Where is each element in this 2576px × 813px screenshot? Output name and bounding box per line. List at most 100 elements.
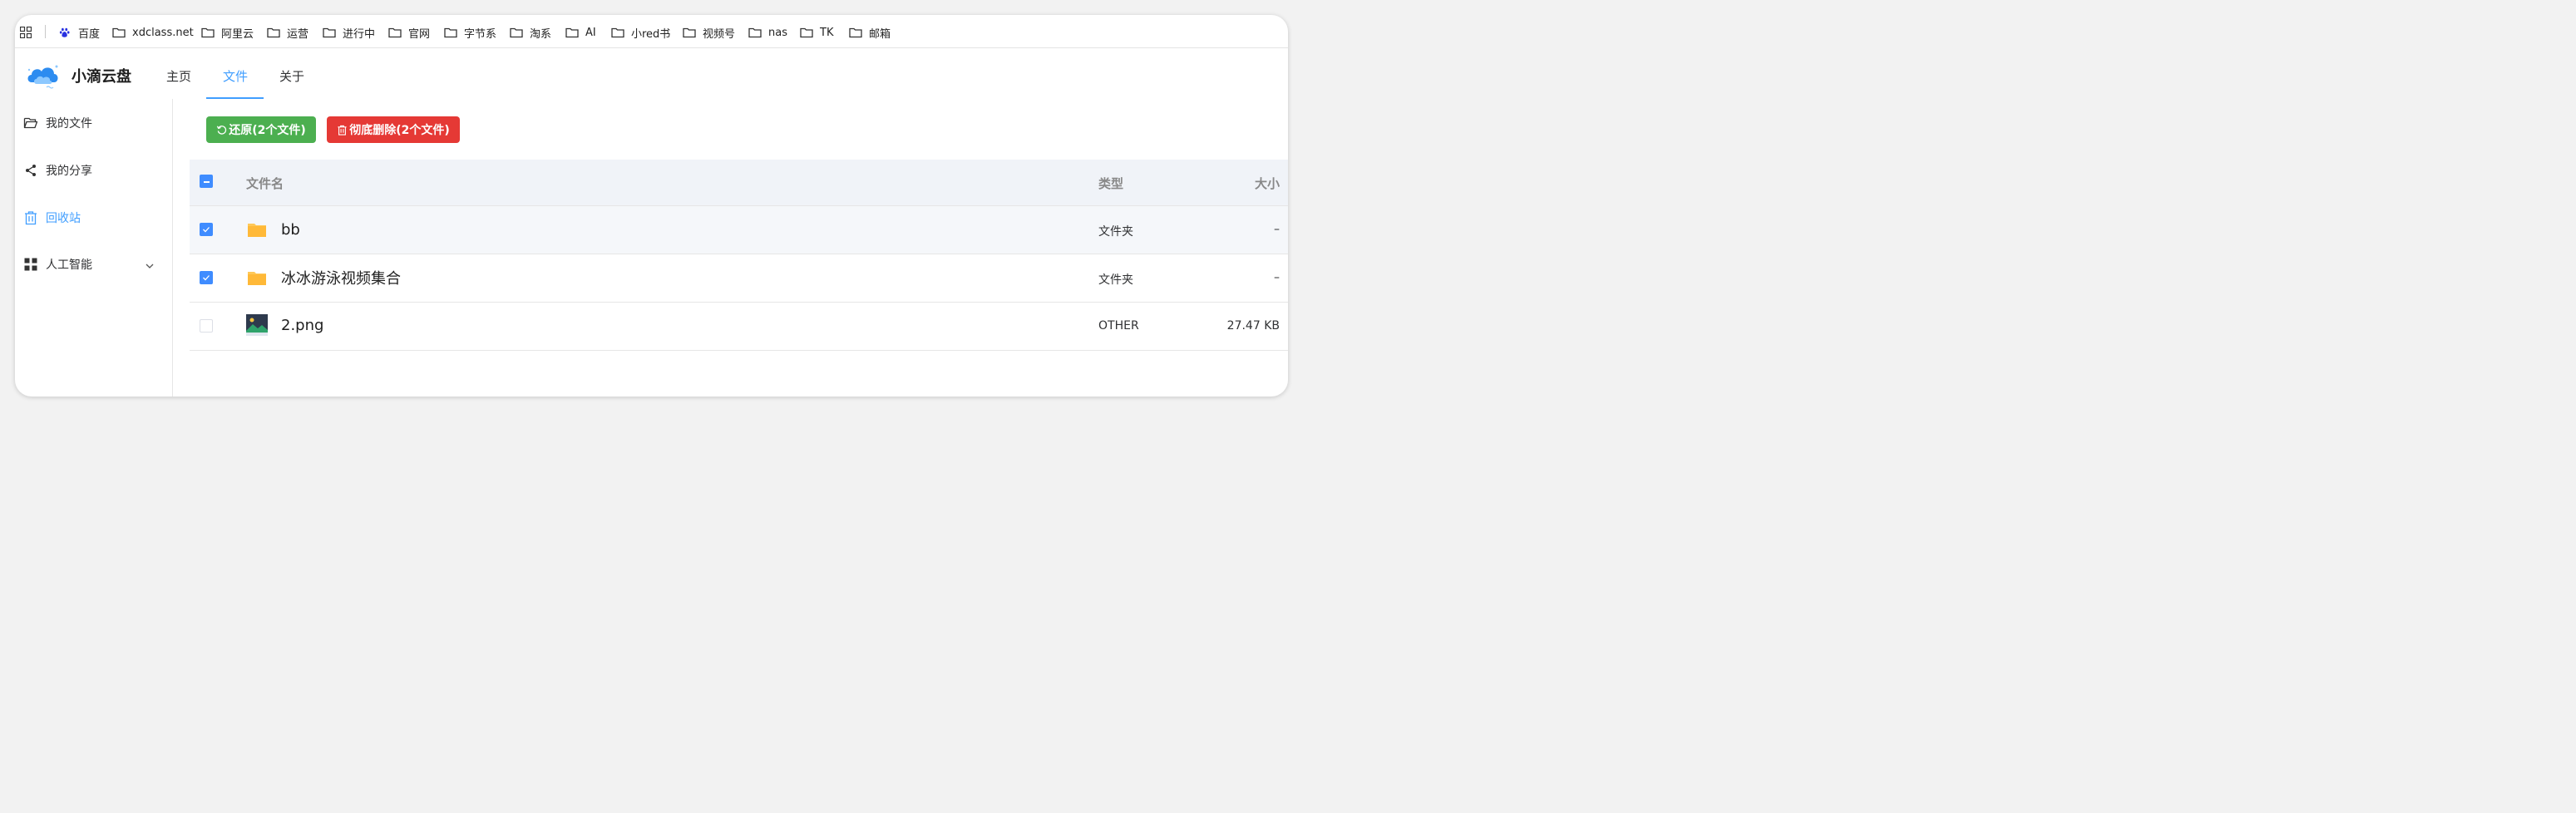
row-checkbox[interactable] xyxy=(200,319,213,333)
trash-icon xyxy=(338,125,347,136)
file-name-cell[interactable]: bb xyxy=(246,219,300,240)
bookmark-label: 视频号 xyxy=(703,27,736,41)
baidu-paw-icon xyxy=(59,27,70,37)
bookmark-label: 官网 xyxy=(408,27,431,41)
bookmark-label: 字节系 xyxy=(464,27,497,41)
folder-icon xyxy=(510,27,523,38)
bookmark-folder[interactable]: 官网 xyxy=(388,25,431,41)
file-type: OTHER xyxy=(1098,319,1139,333)
file-name-cell[interactable]: 2.png xyxy=(246,314,323,336)
file-name: bb xyxy=(281,220,300,239)
column-header-type[interactable]: 类型 xyxy=(1098,175,1123,192)
bookmark-folder[interactable]: xdclass.net xyxy=(112,25,194,40)
file-size: – xyxy=(1274,223,1280,236)
restore-button-label: 还原(2个文件) xyxy=(229,124,306,137)
share-icon xyxy=(26,165,36,176)
sidebar-item-my-shares[interactable]: 我的分享 xyxy=(23,161,92,180)
folder-icon xyxy=(565,27,579,38)
sidebar-item-my-files[interactable]: 我的文件 xyxy=(23,114,92,132)
app-title: 小滴云盘 xyxy=(72,68,131,86)
folder-icon xyxy=(248,272,266,285)
bookmark-label: 淘系 xyxy=(530,27,552,41)
apps-grid-icon[interactable] xyxy=(20,27,32,38)
bookmark-label: xdclass.net xyxy=(132,26,194,39)
bookmark-folder[interactable]: nas xyxy=(748,25,787,40)
nav-home[interactable]: 主页 xyxy=(166,67,191,85)
folder-icon xyxy=(683,27,696,38)
sidebar-item-label: 我的分享 xyxy=(46,165,92,178)
sidebar-item-label: 回收站 xyxy=(46,212,81,225)
bookmark-label: TK xyxy=(820,26,834,39)
select-all-checkbox[interactable] xyxy=(200,175,213,188)
bookmark-label: 百度 xyxy=(78,27,101,41)
table-row[interactable]: bb 文件夹 – xyxy=(190,206,1288,254)
file-type: 文件夹 xyxy=(1098,225,1133,239)
sidebar-item-recycle-bin[interactable]: 回收站 xyxy=(23,209,81,227)
folder-icon xyxy=(267,27,280,38)
file-type: 文件夹 xyxy=(1098,273,1133,287)
table-row[interactable]: 2.png OTHER 27.47 KB xyxy=(190,303,1288,351)
row-checkbox[interactable] xyxy=(200,223,213,236)
nav-about[interactable]: 关于 xyxy=(279,67,304,85)
folder-icon xyxy=(201,27,215,38)
indeterminate-mark xyxy=(204,181,210,183)
file-name: 冰冰游泳视频集合 xyxy=(281,270,401,288)
bookmark-label: 进行中 xyxy=(343,27,376,41)
folder-icon xyxy=(800,27,813,38)
bookmark-folder[interactable]: 淘系 xyxy=(510,25,552,41)
trash-icon xyxy=(25,211,37,225)
bookmark-folder[interactable]: 阿里云 xyxy=(201,25,254,41)
file-size: 27.47 KB xyxy=(1226,319,1280,333)
cloud-logo-icon xyxy=(27,65,58,89)
bookmark-folder[interactable]: 邮箱 xyxy=(849,25,891,41)
bookmark-label: 阿里云 xyxy=(221,27,254,41)
sidebar-item-ai[interactable]: 人工智能 xyxy=(23,255,92,273)
check-icon xyxy=(203,275,210,281)
permanent-delete-button[interactable]: 彻底删除(2个文件) xyxy=(327,116,460,143)
check-icon xyxy=(203,227,210,233)
image-file-icon xyxy=(246,314,268,336)
chevron-down-icon[interactable] xyxy=(144,260,155,272)
folder-icon xyxy=(388,27,402,38)
bookmarks-divider xyxy=(45,25,46,38)
bookmark-folder[interactable]: AI xyxy=(565,25,596,40)
folder-icon xyxy=(112,27,126,38)
app-header: 小滴云盘 主页 文件 关于 xyxy=(15,49,1288,99)
sidebar-item-label: 人工智能 xyxy=(46,259,92,272)
bookmark-label: 运营 xyxy=(287,27,309,41)
sidebar-item-label: 我的文件 xyxy=(46,117,92,131)
column-header-size[interactable]: 大小 xyxy=(1255,175,1280,192)
bookmark-folder[interactable]: TK xyxy=(800,25,833,40)
table-row[interactable]: 冰冰游泳视频集合 文件夹 – xyxy=(190,254,1288,303)
folder-icon xyxy=(323,27,336,38)
column-header-name[interactable]: 文件名 xyxy=(246,175,284,192)
file-name: 2.png xyxy=(281,316,324,334)
bookmark-label: nas xyxy=(768,26,787,39)
folder-icon xyxy=(849,27,862,38)
table-header: 文件名 类型 大小 xyxy=(190,160,1288,206)
restore-button[interactable]: 还原(2个文件) xyxy=(206,116,316,143)
nav-files[interactable]: 文件 xyxy=(223,67,248,85)
bookmark-folder[interactable]: 进行中 xyxy=(323,25,376,41)
folder-icon xyxy=(248,224,266,237)
bookmark-label: AI xyxy=(585,26,596,39)
sidebar: 我的文件 我的分享 回收站 人工智能 xyxy=(15,99,173,397)
folder-icon xyxy=(611,27,624,38)
file-size: – xyxy=(1274,271,1280,284)
bookmark-folder[interactable]: 小red书 xyxy=(611,25,671,41)
bookmark-folder[interactable]: 视频号 xyxy=(683,25,736,41)
grid-icon xyxy=(24,258,37,271)
bookmark-baidu[interactable]: 百度 xyxy=(58,25,101,41)
bookmarks-bar: 百度 xdclass.net 阿里云 运营 进行中 官网 字节系 淘系 AI 小… xyxy=(15,15,1288,48)
bookmark-label: 小red书 xyxy=(631,27,671,41)
folder-open-icon xyxy=(23,117,38,129)
folder-icon xyxy=(444,27,457,38)
file-name-cell[interactable]: 冰冰游泳视频集合 xyxy=(246,267,401,288)
row-checkbox[interactable] xyxy=(200,271,213,284)
nav-active-indicator xyxy=(206,97,264,99)
bookmark-folder[interactable]: 运营 xyxy=(267,25,309,41)
browser-window: 百度 xdclass.net 阿里云 运营 进行中 官网 字节系 淘系 AI 小… xyxy=(15,15,1288,397)
bookmark-folder[interactable]: 字节系 xyxy=(444,25,497,41)
bookmark-label: 邮箱 xyxy=(869,27,891,41)
folder-icon xyxy=(748,27,762,38)
